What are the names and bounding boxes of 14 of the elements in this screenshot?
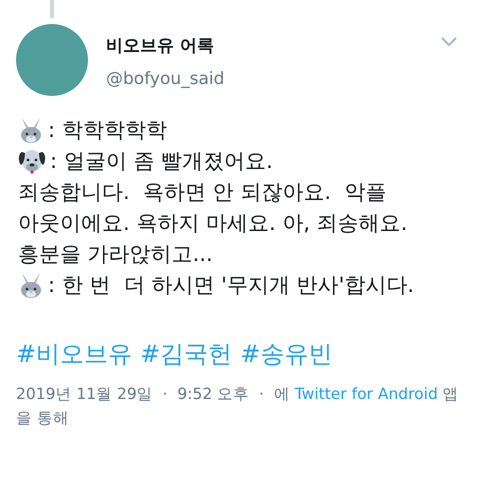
hashtag-link[interactable]: #비오브유 xyxy=(16,338,132,370)
hashtag-link[interactable]: #송유빈 xyxy=(240,338,332,370)
author-handle: @bofyou_said xyxy=(106,69,226,89)
source-link[interactable]: Twitter for Android xyxy=(294,385,438,403)
tweet-text: 아웃이에요. 욕하지 마세요. 아, 죄송해요. xyxy=(18,210,408,236)
tweet-text: : 한 번 더 하시면 '무지개 반사'합시다. xyxy=(48,272,414,298)
author-name: 비오브유 어록 xyxy=(106,35,215,57)
chevron-down-icon[interactable] xyxy=(440,36,458,48)
tweet-text: 흥분을 가라앉히고... xyxy=(18,240,213,268)
hashtag-link[interactable]: #김국헌 xyxy=(140,338,232,370)
tweet-meta: 2019년 11월 29일 · 9:52 오후 · 에 Twitter for Android 앱을 통해 xyxy=(16,384,460,429)
tweet-text: : 얼굴이 좀 빨개졌어요. xyxy=(50,148,273,174)
tweet-text: 죄송합니다. 욕하면 안 되잖아요. 악플 xyxy=(18,178,386,206)
tweet-text: : 학학학학학 xyxy=(48,116,167,144)
